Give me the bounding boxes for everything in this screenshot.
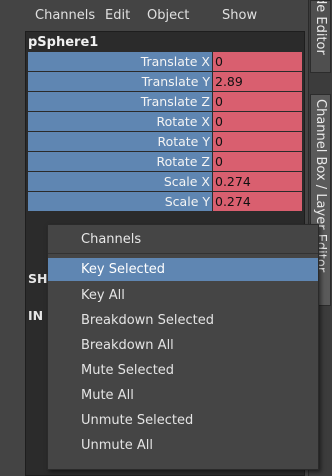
attribute-row[interactable]: Rotate X 0 bbox=[28, 112, 302, 131]
menu-key-all[interactable]: Key All bbox=[48, 284, 318, 307]
menu-object[interactable]: Object bbox=[147, 8, 189, 23]
attribute-row[interactable]: Translate X 0 bbox=[28, 52, 302, 71]
attribute-name[interactable]: Translate Z bbox=[28, 92, 212, 111]
context-menu-header: Channels bbox=[81, 232, 142, 247]
attribute-name[interactable]: Rotate X bbox=[28, 112, 212, 131]
menu-divider bbox=[48, 253, 318, 254]
attribute-value[interactable]: 0.274 bbox=[213, 192, 302, 211]
section-label-partial: SH bbox=[28, 271, 48, 286]
menu-unmute-selected[interactable]: Unmute Selected bbox=[48, 409, 318, 432]
attribute-value[interactable]: 0.274 bbox=[213, 172, 302, 191]
section-label-partial: IN bbox=[28, 308, 44, 323]
menu-channels[interactable]: Channels bbox=[35, 8, 95, 23]
attribute-name[interactable]: Scale Y bbox=[28, 192, 212, 211]
attribute-name[interactable]: Translate Y bbox=[28, 72, 212, 91]
menu-edit[interactable]: Edit bbox=[105, 8, 130, 23]
attribute-rows: Translate X 0 Translate Y 2.89 Translate… bbox=[28, 52, 302, 212]
attribute-name[interactable]: Rotate Y bbox=[28, 132, 212, 151]
menu-mute-selected[interactable]: Mute Selected bbox=[48, 359, 318, 382]
tab-attribute-editor[interactable]: de Editor bbox=[310, 0, 331, 73]
attribute-name[interactable]: Translate X bbox=[28, 52, 212, 71]
tab-attribute-editor-label: de Editor bbox=[313, 0, 328, 55]
attribute-row[interactable]: Scale Y 0.274 bbox=[28, 192, 302, 211]
channels-context-menu: Channels Key Selected Key All Breakdown … bbox=[47, 224, 319, 470]
attribute-row[interactable]: Rotate Z 0 bbox=[28, 152, 302, 171]
menu-key-selected[interactable]: Key Selected bbox=[48, 258, 318, 281]
attribute-value[interactable]: 0 bbox=[213, 112, 302, 131]
menu-show[interactable]: Show bbox=[222, 8, 257, 23]
menubar: Channels Edit Object Show bbox=[0, 0, 308, 30]
attribute-name[interactable]: Scale X bbox=[28, 172, 212, 191]
attribute-row[interactable]: Rotate Y 0 bbox=[28, 132, 302, 151]
menu-breakdown-all[interactable]: Breakdown All bbox=[48, 334, 318, 357]
attribute-value[interactable]: 0 bbox=[213, 92, 302, 111]
attribute-row[interactable]: Translate Z 0 bbox=[28, 92, 302, 111]
attribute-row[interactable]: Scale X 0.274 bbox=[28, 172, 302, 191]
menu-unmute-all[interactable]: Unmute All bbox=[48, 434, 318, 457]
attribute-value[interactable]: 2.89 bbox=[213, 72, 302, 91]
attribute-value[interactable]: 0 bbox=[213, 52, 302, 71]
attribute-row[interactable]: Translate Y 2.89 bbox=[28, 72, 302, 91]
attribute-value[interactable]: 0 bbox=[213, 132, 302, 151]
attribute-value[interactable]: 0 bbox=[213, 152, 302, 171]
menu-breakdown-selected[interactable]: Breakdown Selected bbox=[48, 309, 318, 332]
object-name[interactable]: pSphere1 bbox=[28, 35, 98, 50]
attribute-name[interactable]: Rotate Z bbox=[28, 152, 212, 171]
menu-mute-all[interactable]: Mute All bbox=[48, 384, 318, 407]
